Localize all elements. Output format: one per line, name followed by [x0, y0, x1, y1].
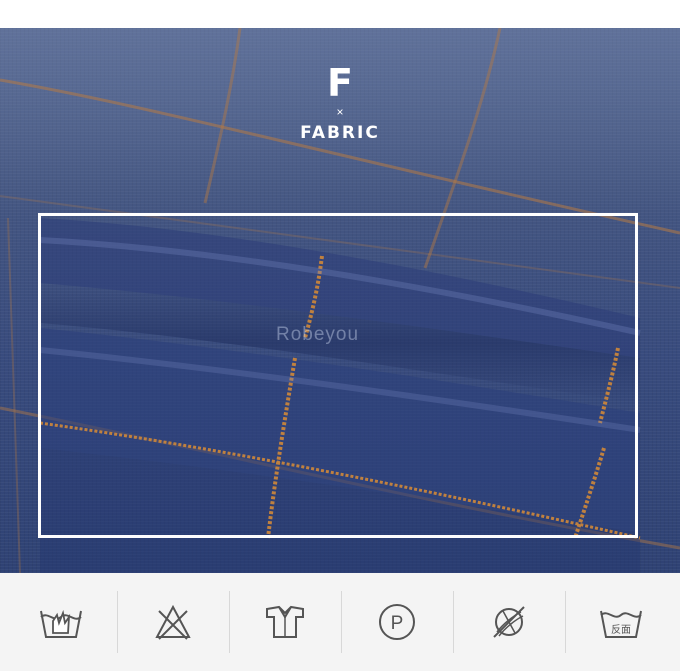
care-item-no-tumble	[453, 573, 565, 671]
wash-inside-out-label: 反面	[611, 624, 631, 636]
wash-inside-out-icon: 反面	[600, 610, 642, 638]
dry-clean-p-icon: P	[379, 604, 415, 640]
care-item-no-bleach	[117, 573, 229, 671]
detail-frame	[38, 213, 638, 538]
fabric-heading: F × FABRIC	[0, 64, 680, 143]
heading-letter: F	[327, 61, 353, 105]
care-item-shirt	[229, 573, 341, 671]
care-item-hand-wash	[5, 573, 117, 671]
hand-wash-icon	[40, 609, 82, 638]
do-not-tumble-dry-icon	[493, 606, 525, 638]
care-item-dry-clean: P	[341, 573, 453, 671]
heading-word: FABRIC	[300, 123, 380, 143]
heading-cross: ×	[336, 105, 344, 119]
shirt-iron-icon	[266, 605, 304, 638]
do-not-bleach-icon	[155, 604, 191, 640]
top-margin	[0, 0, 680, 28]
watermark-text: Robeyou	[276, 324, 360, 345]
dry-clean-letter: P	[391, 613, 404, 634]
care-item-inside-out: 反面	[565, 573, 677, 671]
product-detail-page: F × FABRIC Robeyou P 反面	[0, 0, 680, 671]
care-instructions-bar: P 反面	[0, 573, 680, 671]
